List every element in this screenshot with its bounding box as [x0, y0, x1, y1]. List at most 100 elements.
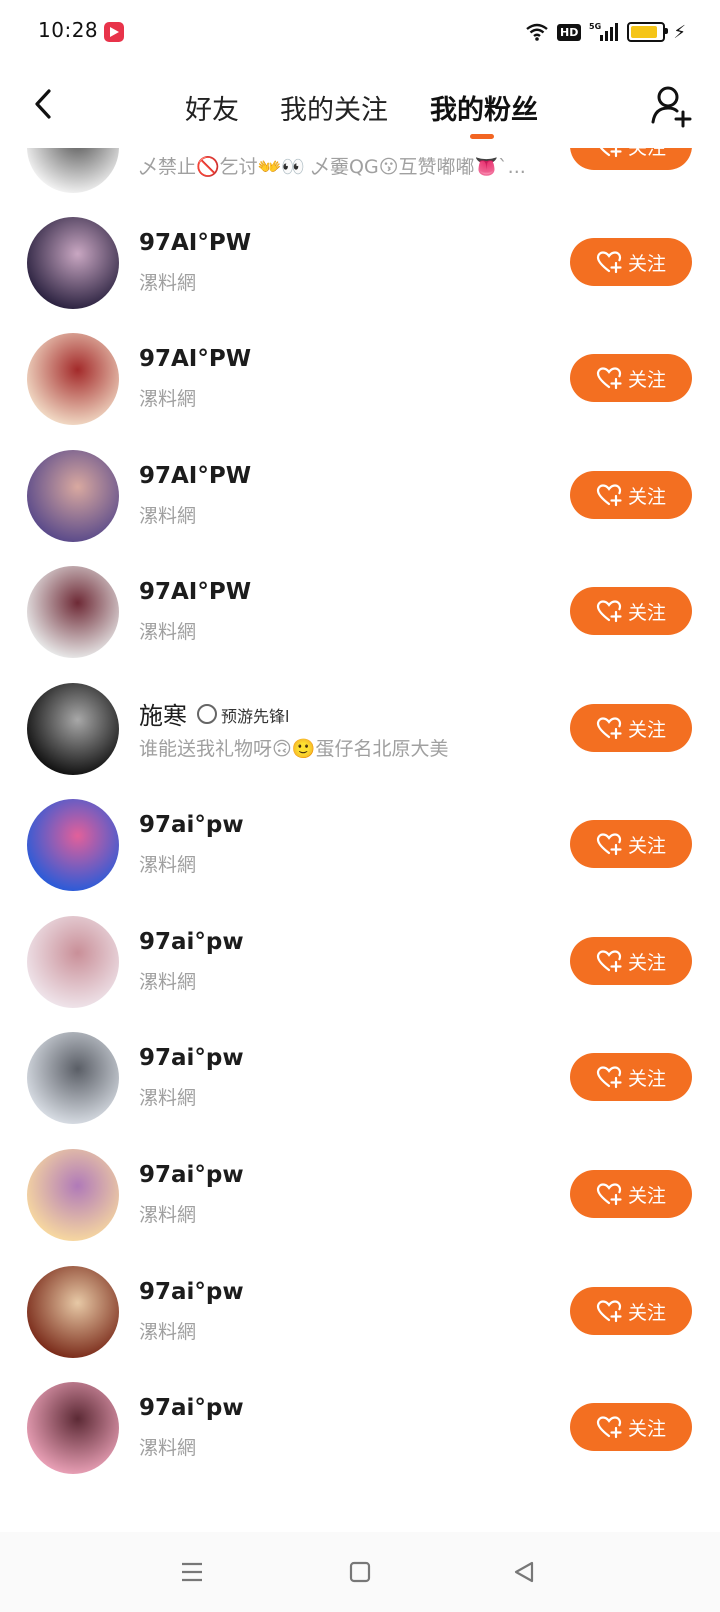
- follow-button[interactable]: 关注: [570, 1053, 692, 1101]
- follower-name[interactable]: 97ai°pw: [139, 1045, 244, 1071]
- follow-button[interactable]: 关注: [570, 1287, 692, 1335]
- follower-name[interactable]: 97AI°PW: [139, 463, 251, 489]
- avatar[interactable]: [27, 566, 119, 658]
- follow-button[interactable]: 关注: [570, 1403, 692, 1451]
- follow-button[interactable]: 关注: [570, 587, 692, 635]
- home-button[interactable]: [340, 1552, 380, 1592]
- follower-description: 漯料網: [139, 854, 197, 876]
- avatar[interactable]: [27, 1382, 119, 1474]
- avatar[interactable]: [27, 1266, 119, 1358]
- avatar[interactable]: [27, 799, 119, 891]
- follower-description: 漯料網: [139, 388, 197, 410]
- follower-description: 漯料網: [139, 1437, 197, 1459]
- heart-plus-icon: [599, 148, 622, 158]
- heart-plus-icon: [596, 950, 622, 973]
- follower-name[interactable]: 97ai°pw: [139, 1162, 244, 1188]
- follower-name[interactable]: 97ai°pw: [139, 929, 244, 955]
- follow-button-label: 关注: [627, 718, 666, 741]
- clock: 10:28: [38, 18, 99, 42]
- cellular-signal-icon: 5G: [589, 22, 619, 41]
- followers-list[interactable]: 乄禁止🚫乞讨👐👀 乄嫑QG😗互赞嘟嘟👅`...关注97AI°PW漯料網关注97A…: [0, 148, 720, 1532]
- follow-button[interactable]: 关注: [570, 937, 692, 985]
- hd-voice-icon: HD: [557, 23, 582, 41]
- follow-button-label: 关注: [627, 1301, 666, 1324]
- add-friend-button[interactable]: [650, 84, 694, 128]
- follower-row[interactable]: 97ai°pw 漯料網 关注: [0, 1249, 720, 1369]
- follower-name-text: 施寒: [139, 702, 187, 730]
- follower-name[interactable]: 97ai°pw: [139, 1279, 244, 1305]
- follow-button-label: 关注: [627, 368, 666, 391]
- tab-followers[interactable]: 我的粉丝: [430, 88, 538, 127]
- follow-button[interactable]: 关注: [570, 820, 692, 868]
- avatar[interactable]: [27, 1032, 119, 1124]
- status-bar: 10:28 HD 5G ⚡: [0, 0, 720, 64]
- wifi-icon: [526, 23, 548, 41]
- follower-name-text: 97AI°PW: [139, 579, 252, 605]
- tab-following[interactable]: 我的关注: [280, 88, 388, 127]
- follow-button-label: 关注: [627, 1184, 666, 1207]
- follower-row[interactable]: 97ai°pw 漯料網 关注: [0, 1365, 720, 1485]
- follower-name[interactable]: 97ai°pw: [139, 1395, 244, 1421]
- follower-description: 漯料網: [139, 1321, 197, 1343]
- follow-button-label: 关注: [627, 834, 666, 857]
- follower-row[interactable]: 97AI°PW 漯料網 关注: [0, 433, 720, 553]
- follow-button[interactable]: 关注: [570, 471, 692, 519]
- heart-plus-icon: [596, 1183, 622, 1206]
- follow-button[interactable]: 关注: [570, 1170, 692, 1218]
- video-app-notification-icon: [104, 22, 124, 42]
- avatar[interactable]: [27, 1149, 119, 1241]
- follower-row[interactable]: 乄禁止🚫乞讨👐👀 乄嫑QG😗互赞嘟嘟👅`... 关注: [0, 148, 720, 204]
- follow-button-label: 关注: [627, 485, 666, 508]
- avatar[interactable]: [27, 916, 119, 1008]
- avatar[interactable]: [27, 217, 119, 309]
- follow-button[interactable]: 关注: [570, 704, 692, 752]
- follower-description: 漯料網: [139, 1087, 197, 1109]
- follower-name-text: 97ai°pw: [139, 1395, 244, 1421]
- follow-button-label: 关注: [627, 1417, 666, 1440]
- follower-name[interactable]: 97AI°PW: [139, 346, 251, 372]
- follower-name[interactable]: 97AI°PW: [139, 579, 251, 605]
- back-nav-button[interactable]: [504, 1552, 544, 1592]
- follow-button[interactable]: 关注: [570, 238, 692, 286]
- follower-description: 漯料網: [139, 621, 197, 643]
- avatar[interactable]: [27, 450, 119, 542]
- avatar[interactable]: [27, 333, 119, 425]
- follower-row[interactable]: 97ai°pw 漯料網 关注: [0, 1015, 720, 1135]
- follower-row[interactable]: 97AI°PW 漯料網 关注: [0, 200, 720, 320]
- heart-plus-icon: [596, 833, 622, 856]
- chevron-left-icon: [35, 89, 51, 119]
- follower-description: 漯料網: [139, 505, 197, 527]
- follower-row[interactable]: 97ai°pw 漯料網 关注: [0, 1132, 720, 1252]
- follow-button[interactable]: 关注: [570, 148, 692, 170]
- follower-row[interactable]: 施寒 预游先锋l 谁能送我礼物呀🙃🙂蛋仔名北原大美 关注: [0, 666, 720, 786]
- system-icons: HD 5G ⚡: [525, 18, 686, 46]
- follow-button[interactable]: 关注: [570, 354, 692, 402]
- follower-name[interactable]: 97AI°PW: [139, 230, 251, 256]
- follower-description: 谁能送我礼物呀🙃🙂蛋仔名北原大美: [139, 738, 449, 760]
- follower-name-text: 97ai°pw: [139, 1162, 244, 1188]
- follower-row[interactable]: 97ai°pw 漯料網 关注: [0, 899, 720, 1019]
- menu-icon: [182, 1562, 202, 1582]
- follower-name[interactable]: 97ai°pw: [139, 812, 244, 838]
- avatar[interactable]: [27, 148, 119, 193]
- home-square-icon: [349, 1561, 371, 1583]
- menu-button[interactable]: [172, 1552, 212, 1592]
- game-badge: 预游先锋l: [197, 703, 289, 727]
- follower-row[interactable]: 97AI°PW 漯料網 关注: [0, 316, 720, 436]
- heart-plus-icon: [596, 600, 622, 623]
- follower-description: 乄禁止🚫乞讨👐👀 乄嫑QG😗互赞嘟嘟👅`...: [139, 156, 526, 178]
- follower-name-text: 97ai°pw: [139, 812, 244, 838]
- follower-name[interactable]: 施寒 预游先锋l: [139, 696, 289, 731]
- avatar[interactable]: [27, 683, 119, 775]
- charging-icon: ⚡: [673, 21, 686, 43]
- back-button[interactable]: [26, 84, 60, 124]
- follower-row[interactable]: 97AI°PW 漯料網 关注: [0, 549, 720, 669]
- back-triangle-icon: [514, 1561, 534, 1583]
- follower-row[interactable]: 97ai°pw 漯料網 关注: [0, 782, 720, 902]
- follow-button-label: 关注: [627, 1067, 666, 1090]
- follower-description: 漯料網: [139, 1204, 197, 1226]
- system-navigation-bar: [0, 1532, 720, 1612]
- heart-plus-icon: [596, 1416, 622, 1439]
- follower-description: 漯料網: [139, 971, 197, 993]
- tab-friends[interactable]: 好友: [185, 88, 239, 127]
